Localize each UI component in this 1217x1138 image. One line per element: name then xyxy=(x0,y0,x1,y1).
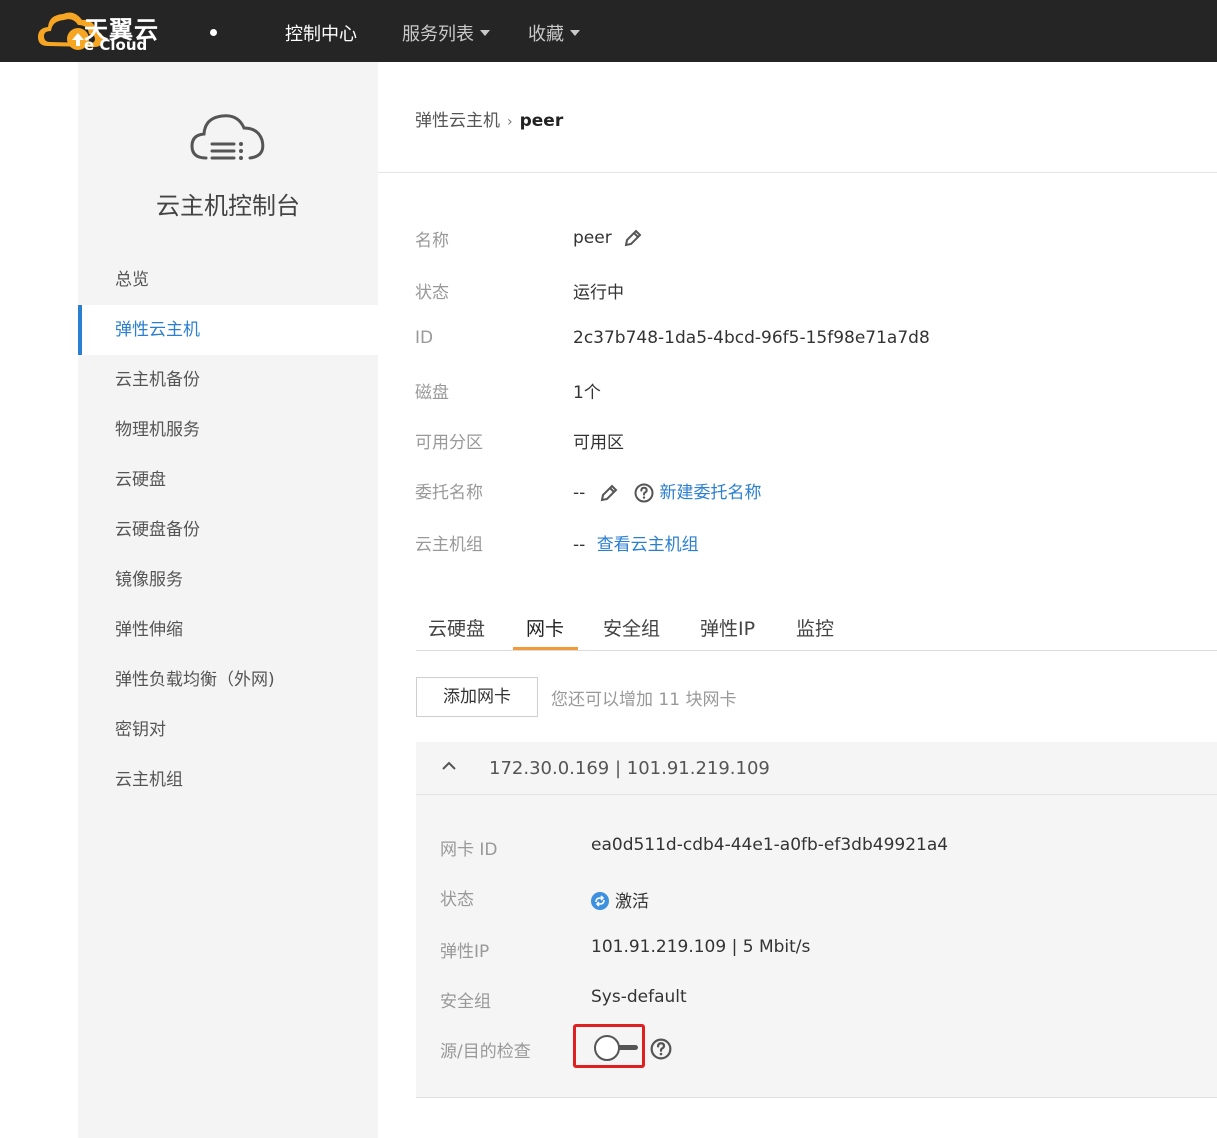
caret-down-icon xyxy=(570,30,580,36)
edit-pencil-icon[interactable] xyxy=(599,483,619,503)
nic-check-label: 源/目的检查 xyxy=(440,1042,531,1062)
sidebar-item-bare-metal[interactable]: 物理机服务 xyxy=(78,405,378,455)
nav-favorites[interactable]: 收藏 xyxy=(528,20,580,46)
tab-cloud-disk[interactable]: 云硬盘 xyxy=(428,614,485,641)
nic-header-divider xyxy=(416,794,1217,795)
edit-pencil-icon[interactable] xyxy=(623,228,643,248)
id-value: 2c37b748-1da5-4bcd-96f5-15f98e71a7d8 xyxy=(573,328,930,348)
nav-control-center[interactable]: 控制中心 xyxy=(285,20,357,46)
agency-value: -- xyxy=(573,483,586,503)
disk-value: 1个 xyxy=(573,383,601,403)
nic-id-label: 网卡 ID xyxy=(440,840,498,860)
nic-status-label: 状态 xyxy=(440,890,474,910)
tab-elastic-ip[interactable]: 弹性IP xyxy=(700,614,755,641)
add-nic-button[interactable]: 添加网卡 xyxy=(416,677,538,717)
source-dest-check-toggle[interactable] xyxy=(594,1035,620,1061)
status-value: 运行中 xyxy=(573,283,624,303)
sidebar-item-server-backup[interactable]: 云主机备份 xyxy=(78,355,378,405)
chevron-up-icon[interactable] xyxy=(442,761,456,771)
highlight-box xyxy=(573,1024,645,1068)
breadcrumb: 弹性云主机 › peer xyxy=(415,106,563,131)
divider xyxy=(378,172,1217,173)
tab-security-group[interactable]: 安全组 xyxy=(603,614,660,641)
top-navbar: 天翼云 e Cloud 控制中心 服务列表 收藏 xyxy=(0,0,1217,62)
help-icon[interactable] xyxy=(650,1038,672,1060)
nic-panel: 172.30.0.169 | 101.91.219.109 网卡 ID ea0d… xyxy=(416,742,1217,1098)
agency-value-row: -- 新建委托名称 xyxy=(573,478,762,503)
name-label: 名称 xyxy=(415,231,449,251)
sidebar-item-image-service[interactable]: 镜像服务 xyxy=(78,555,378,605)
name-value: peer xyxy=(573,228,612,248)
zone-label: 可用分区 xyxy=(415,433,483,453)
sidebar-item-key-pair[interactable]: 密钥对 xyxy=(78,705,378,755)
nav-service-list[interactable]: 服务列表 xyxy=(402,20,490,46)
status-label: 状态 xyxy=(415,283,449,303)
cloud-server-icon xyxy=(190,114,265,160)
nav-favorites-label: 收藏 xyxy=(528,24,564,45)
tab-monitor[interactable]: 监控 xyxy=(796,614,834,641)
breadcrumb-parent[interactable]: 弹性云主机 xyxy=(415,111,500,131)
breadcrumb-separator: › xyxy=(507,114,513,130)
nic-id-value: ea0d511d-cdb4-44e1-a0fb-ef3db49921a4 xyxy=(591,835,949,855)
group-value: -- xyxy=(573,535,586,555)
logo-dot xyxy=(210,29,217,36)
tabs-divider xyxy=(416,650,1217,651)
nav-control-center-label: 控制中心 xyxy=(285,24,357,45)
nic-status-value: 激活 xyxy=(615,892,649,912)
caret-down-icon xyxy=(480,30,490,36)
sidebar-title: 云主机控制台 xyxy=(156,192,300,220)
sidebar-item-server-group[interactable]: 云主机组 xyxy=(78,755,378,805)
agency-label: 委托名称 xyxy=(415,483,483,503)
active-status-icon xyxy=(591,892,609,910)
nav-service-list-label: 服务列表 xyxy=(402,24,474,45)
sidebar-item-load-balancer[interactable]: 弹性负载均衡（外网) xyxy=(78,655,378,705)
new-agency-link[interactable]: 新建委托名称 xyxy=(660,483,762,503)
name-value-row: peer xyxy=(573,228,643,248)
group-value-row: -- 查看云主机组 xyxy=(573,530,699,555)
sidebar-item-cloud-disk[interactable]: 云硬盘 xyxy=(78,455,378,505)
nic-eip-label: 弹性IP xyxy=(440,942,490,962)
help-icon[interactable] xyxy=(634,483,654,503)
sidebar-item-auto-scaling[interactable]: 弹性伸缩 xyxy=(78,605,378,655)
sidebar-item-disk-backup[interactable]: 云硬盘备份 xyxy=(78,505,378,555)
nic-eip-value: 101.91.219.109 | 5 Mbit/s xyxy=(591,937,811,957)
group-label: 云主机组 xyxy=(415,535,483,555)
sidebar-item-overview[interactable]: 总览 xyxy=(78,255,378,305)
sidebar: 云主机控制台 总览 弹性云主机 云主机备份 物理机服务 云硬盘 云硬盘备份 镜像… xyxy=(78,62,378,1138)
tab-nic[interactable]: 网卡 xyxy=(526,614,564,641)
view-group-link[interactable]: 查看云主机组 xyxy=(597,535,699,555)
breadcrumb-current: peer xyxy=(519,111,564,131)
nic-remaining-hint: 您还可以增加 11 块网卡 xyxy=(551,690,737,710)
sidebar-item-elastic-server[interactable]: 弹性云主机 xyxy=(78,305,378,355)
nic-sg-label: 安全组 xyxy=(440,992,491,1012)
id-label: ID xyxy=(415,328,434,348)
nic-sg-link[interactable]: Sys-default xyxy=(591,987,687,1007)
nic-title[interactable]: 172.30.0.169 | 101.91.219.109 xyxy=(489,758,770,779)
zone-value: 可用区 xyxy=(573,433,624,453)
logo-text-en: e Cloud xyxy=(84,36,148,54)
disk-label: 磁盘 xyxy=(415,383,449,403)
nic-status-row: 激活 xyxy=(591,887,649,912)
